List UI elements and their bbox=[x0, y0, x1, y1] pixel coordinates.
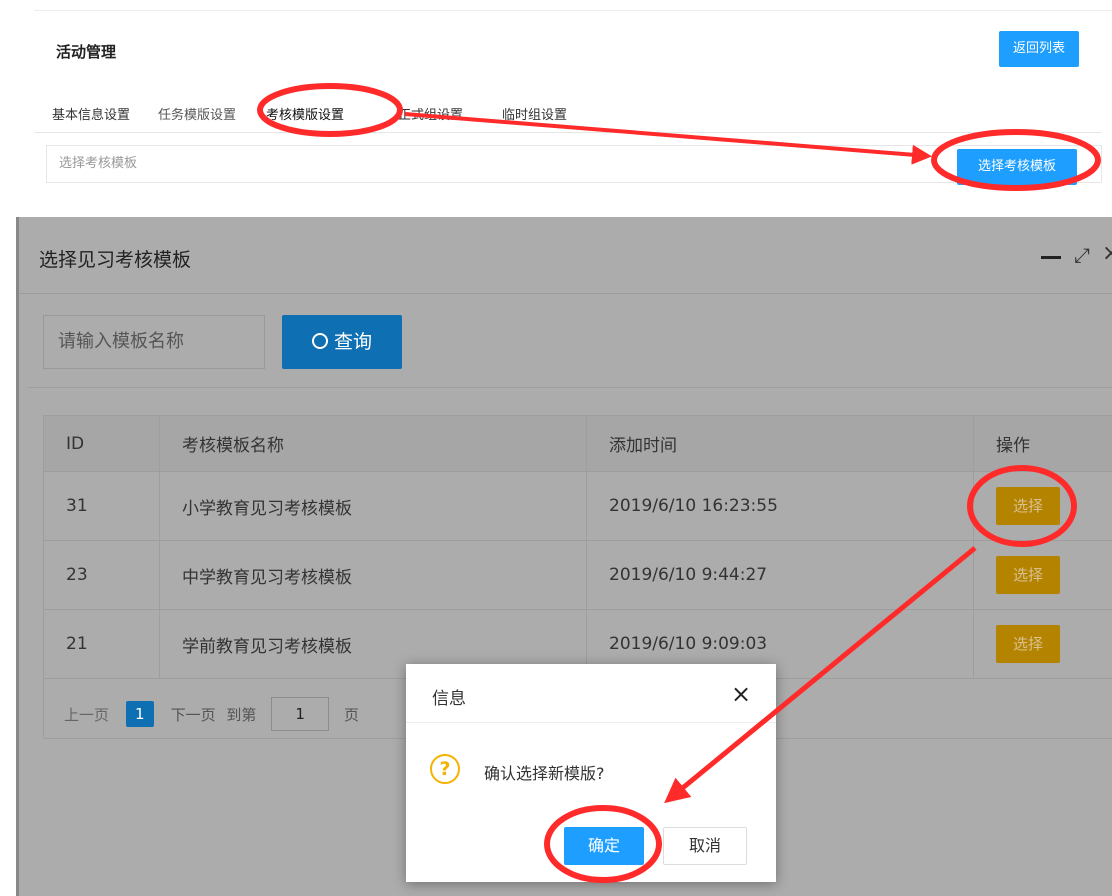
choose-template-button[interactable]: 选择考核模板 bbox=[957, 149, 1077, 185]
divider bbox=[27, 387, 1112, 388]
confirm-message: 确认选择新模版? bbox=[484, 764, 605, 783]
row-time: 2019/6/10 9:44:27 bbox=[586, 540, 974, 610]
row-name: 小学教育见习考核模板 bbox=[159, 471, 587, 541]
minimize-icon[interactable] bbox=[1041, 256, 1061, 259]
tab-formal-group[interactable]: 正式组设置 bbox=[398, 104, 463, 123]
divider bbox=[19, 293, 1112, 294]
tab-task-template[interactable]: 任务模版设置 bbox=[158, 104, 236, 123]
column-header-name: 考核模板名称 bbox=[159, 415, 587, 472]
column-header-action: 操作 bbox=[973, 415, 1112, 472]
column-header-id: ID bbox=[43, 415, 160, 472]
page-title: 活动管理 bbox=[56, 43, 117, 61]
close-icon[interactable]: × bbox=[1102, 241, 1112, 266]
template-input[interactable]: 选择考核模板 bbox=[46, 145, 1102, 183]
question-icon: ? bbox=[430, 754, 460, 784]
row-id: 23 bbox=[43, 540, 160, 610]
dialog-title: 选择见习考核模板 bbox=[39, 249, 192, 271]
row-id: 21 bbox=[43, 609, 160, 679]
confirm-title: 信息 bbox=[432, 689, 466, 709]
maximize-icon[interactable]: ⤢ bbox=[1074, 243, 1090, 267]
search-icon bbox=[311, 332, 328, 349]
confirm-popup: 信息 × ? 确认选择新模版? 确定 取消 bbox=[406, 664, 776, 882]
row-action-cell: 选择 bbox=[973, 540, 1112, 610]
confirm-ok-button[interactable]: 确定 bbox=[564, 827, 644, 865]
row-time: 2019/6/10 16:23:55 bbox=[586, 471, 974, 541]
next-page-link[interactable]: 下一页 bbox=[171, 704, 216, 725]
row-action-cell: 选择 bbox=[973, 609, 1112, 679]
tab-assessment-template[interactable]: 考核模版设置 bbox=[266, 104, 344, 123]
tab-temp-group[interactable]: 临时组设置 bbox=[502, 104, 567, 123]
goto-label: 到第 bbox=[226, 705, 257, 724]
search-input[interactable]: 请输入模板名称 bbox=[43, 315, 265, 369]
tab-basic-info[interactable]: 基本信息设置 bbox=[52, 104, 130, 123]
activity-panel: 活动管理 返回列表 基本信息设置 任务模版设置 考核模版设置 正式组设置 临时组… bbox=[34, 10, 1112, 185]
back-to-list-button[interactable]: 返回列表 bbox=[999, 31, 1079, 67]
close-icon[interactable]: × bbox=[731, 680, 751, 708]
settings-tabs: 基本信息设置 任务模版设置 考核模版设置 正式组设置 临时组设置 bbox=[34, 97, 1102, 133]
select-button[interactable]: 选择 bbox=[996, 487, 1060, 525]
table-row: 31 小学教育见习考核模板 2019/6/10 16:23:55 选择 bbox=[43, 471, 1112, 541]
page-number-input[interactable]: 1 bbox=[271, 697, 330, 731]
select-button[interactable]: 选择 bbox=[996, 556, 1060, 594]
template-table: ID 考核模板名称 添加时间 操作 31 小学教育见习考核模板 2019/6/1… bbox=[43, 415, 1112, 679]
page-unit-label: 页 bbox=[343, 705, 359, 724]
table-header-row: ID 考核模板名称 添加时间 操作 bbox=[43, 415, 1112, 472]
select-button[interactable]: 选择 bbox=[996, 625, 1060, 663]
table-row: 23 中学教育见习考核模板 2019/6/10 9:44:27 选择 bbox=[43, 540, 1112, 610]
divider bbox=[406, 722, 776, 723]
row-action-cell: 选择 bbox=[973, 471, 1112, 541]
row-name: 中学教育见习考核模板 bbox=[159, 540, 587, 610]
current-page[interactable]: 1 bbox=[125, 701, 154, 727]
search-button-label: 查询 bbox=[333, 331, 372, 353]
prev-page-link[interactable]: 上一页 bbox=[64, 704, 109, 725]
confirm-cancel-button[interactable]: 取消 bbox=[663, 827, 747, 865]
pagination: 上一页 1 下一页 到第 1 页 bbox=[64, 697, 359, 731]
search-button[interactable]: 查询 bbox=[282, 315, 402, 369]
row-id: 31 bbox=[43, 471, 160, 541]
column-header-time: 添加时间 bbox=[586, 415, 974, 472]
